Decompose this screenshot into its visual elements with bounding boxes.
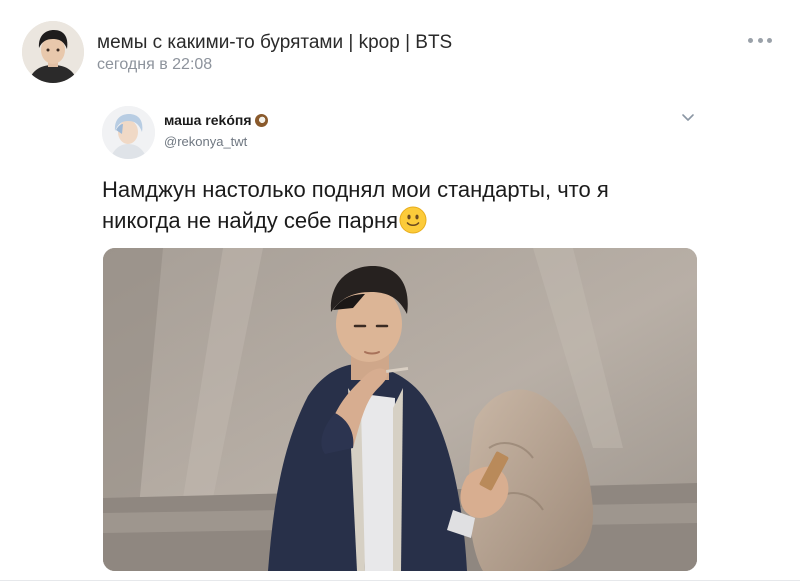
group-name[interactable]: мемы с какими-то бурятами | kpop | BTS [97, 32, 452, 54]
more-dots-icon[interactable] [748, 33, 772, 47]
slightly-smiling-face-emoji [399, 206, 427, 234]
post-time[interactable]: сегодня в 22:08 [97, 56, 212, 74]
chevron-down-icon[interactable] [681, 110, 695, 124]
tweet-author-name[interactable]: маша rekóпя [164, 112, 268, 128]
tweet-author-avatar[interactable] [102, 106, 155, 159]
embedded-tweet: маша rekóпя @rekonya_twt Намджун настоль… [90, 96, 710, 584]
tweet-photo[interactable] [103, 248, 697, 571]
tweet-text: Намджун настолько поднял мои стандарты, … [102, 174, 682, 236]
post-header: мемы с какими-то бурятами | kpop | BTS с… [0, 0, 800, 96]
divider [0, 580, 800, 581]
tweet-text-content: Намджун настолько поднял мои стандарты, … [102, 177, 609, 233]
tweet-author-name-text: маша rekóпя [164, 112, 252, 128]
tweet-author-handle[interactable]: @rekonya_twt [164, 134, 247, 149]
coconut-emoji [254, 113, 268, 127]
group-avatar[interactable] [22, 21, 84, 83]
